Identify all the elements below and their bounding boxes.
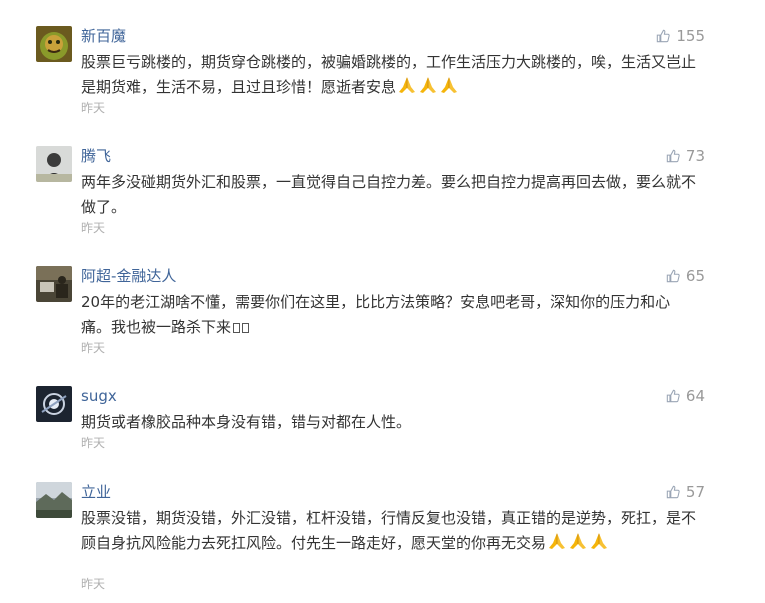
timestamp: 昨天 — [81, 577, 106, 591]
avatar[interactable] — [36, 386, 72, 422]
folded-hands-emoji — [547, 531, 567, 551]
avatar[interactable] — [36, 482, 72, 518]
folded-hands-emoji — [589, 531, 609, 551]
timestamp: 昨天 — [81, 101, 106, 115]
username[interactable]: 新百魔 — [81, 26, 126, 46]
like-button[interactable]: 73 — [640, 146, 705, 166]
like-count: 57 — [685, 483, 705, 501]
comment-body: 20年的老江湖啥不懂，需要你们在这里，比比方法策略？安息吧老哥，深知你的压力和心… — [81, 293, 671, 336]
avatar[interactable] — [36, 266, 72, 302]
comment-body: 股票巨亏跳楼的，期货穿仓跳楼的，被骗婚跳楼的，工作生活压力大跳楼的，唉，生活又岂… — [81, 53, 697, 96]
thumbs-up-icon — [666, 485, 680, 499]
folded-hands-emoji — [439, 75, 459, 95]
folded-hands-emoji — [418, 75, 438, 95]
username[interactable]: 腾飞 — [81, 146, 111, 166]
timestamp: 昨天 — [81, 221, 106, 235]
timestamp: 昨天 — [81, 341, 106, 355]
like-button[interactable]: 65 — [640, 266, 705, 286]
unrendered-glyph — [233, 323, 241, 333]
username[interactable]: 立业 — [81, 482, 111, 502]
like-count: 155 — [676, 27, 705, 45]
like-button[interactable]: 57 — [640, 482, 705, 502]
unrendered-glyph — [242, 323, 250, 333]
emoji-group — [396, 75, 459, 96]
thumbs-up-icon — [656, 29, 671, 43]
timestamp: 昨天 — [81, 436, 106, 450]
comment-text: 股票巨亏跳楼的，期货穿仓跳楼的，被骗婚跳楼的，工作生活压力大跳楼的，唉，生活又岂… — [81, 50, 696, 100]
username[interactable]: sugx — [81, 386, 117, 406]
like-count: 73 — [685, 147, 705, 165]
thumbs-up-icon — [666, 269, 680, 283]
like-count: 65 — [685, 267, 705, 285]
like-button[interactable]: 64 — [640, 386, 705, 406]
avatar[interactable] — [36, 26, 72, 62]
comment-text: 两年多没碰期货外汇和股票，一直觉得自己自控力差。要么把自控力提高再回去做，要么就… — [81, 173, 697, 216]
thumbs-up-icon — [666, 149, 680, 163]
username[interactable]: 阿超-金融达人 — [81, 266, 176, 286]
folded-hands-emoji — [397, 75, 417, 95]
avatar[interactable] — [36, 146, 72, 182]
thumbs-up-icon — [666, 389, 680, 403]
comment-text: 20年的老江湖啥不懂，需要你们在这里，比比方法策略？安息吧老哥，深知你的压力和心… — [81, 290, 696, 340]
comment-text: 股票没错，期货没错，外汇没错，杠杆没错，行情反复也没错，真正错的是逆势，死扛，是… — [81, 506, 696, 556]
like-count: 64 — [685, 387, 705, 405]
comment-text: 期货或者橡胶品种本身没有错，错与对都在人性。 — [81, 413, 412, 431]
folded-hands-emoji — [568, 531, 588, 551]
like-button[interactable]: 155 — [640, 26, 705, 46]
